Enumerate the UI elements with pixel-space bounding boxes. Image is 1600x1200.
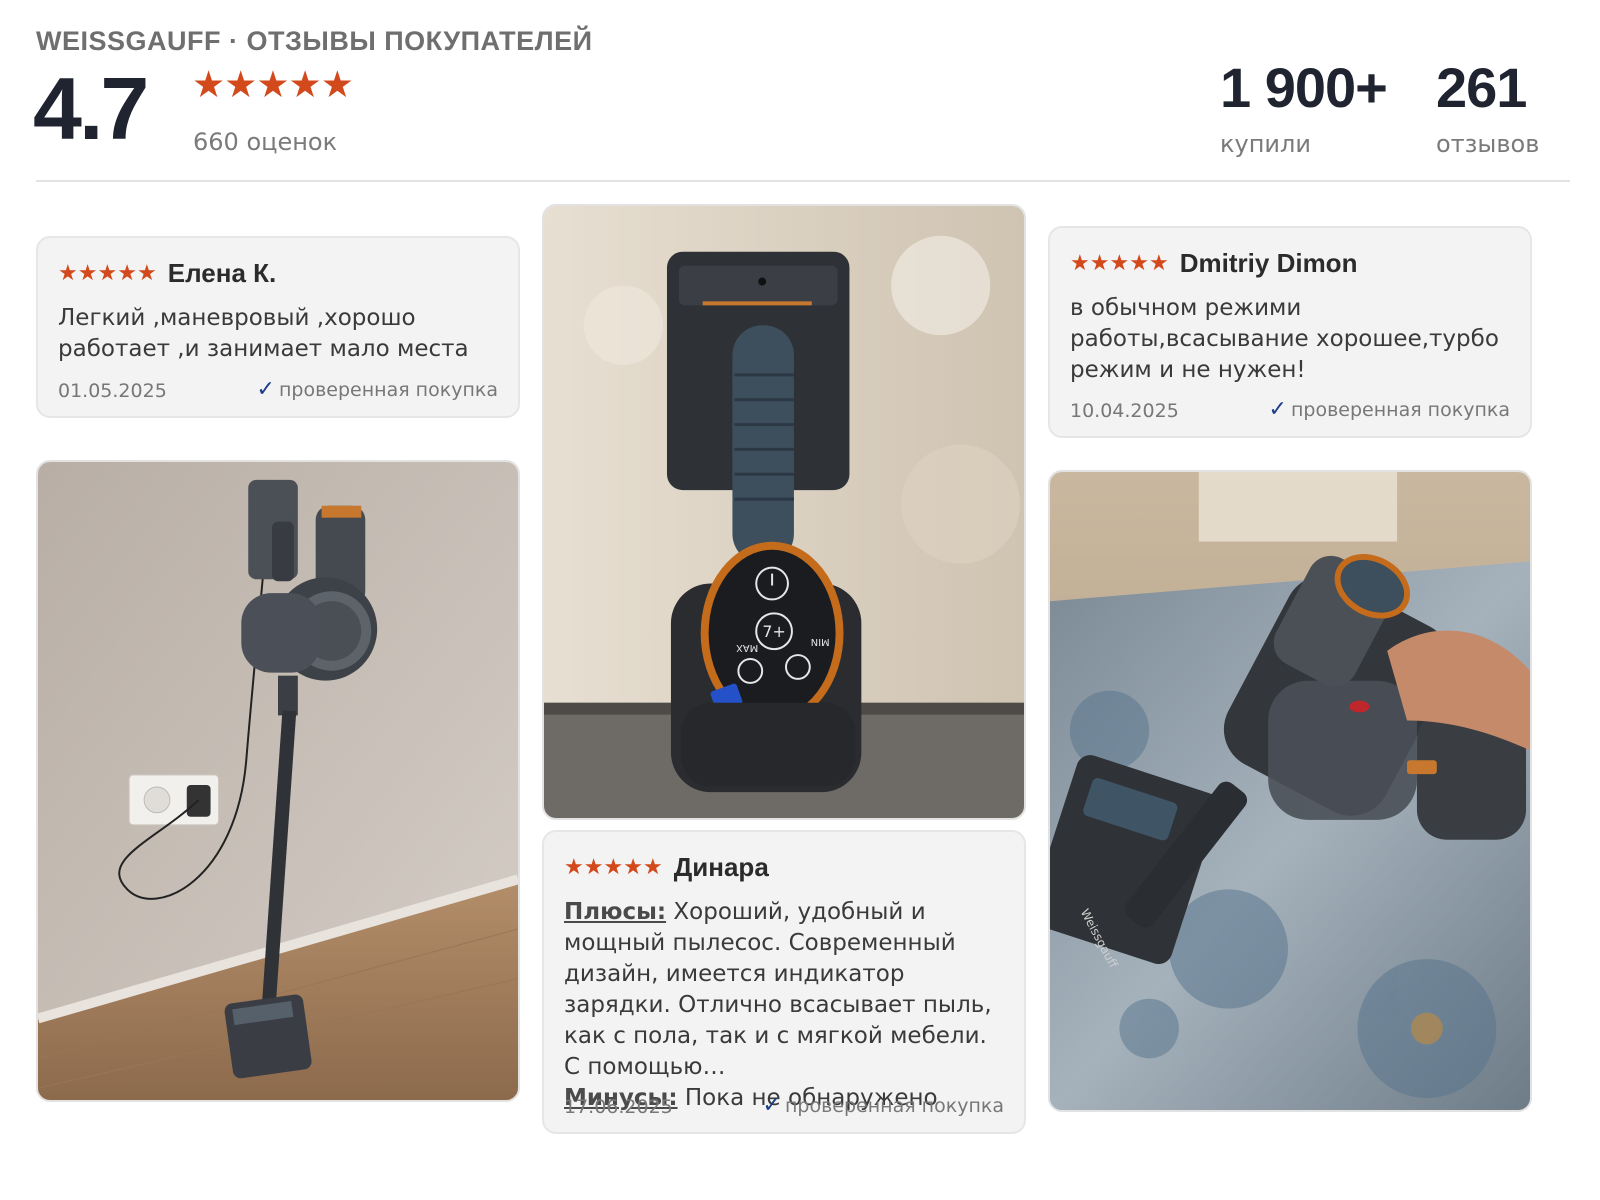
review-stars: ★★★★★ (1070, 251, 1169, 276)
vacuum-wall-image (38, 462, 518, 1100)
review-photo-vacuum-wall[interactable] (36, 460, 520, 1102)
review-date: 17.06.2025 (564, 1096, 673, 1118)
review-date: 01.05.2025 (58, 380, 167, 402)
star-icon: ★ (117, 260, 137, 286)
star-icon: ★ (1070, 250, 1090, 276)
verified-purchase: ✓ проверенная покупка (256, 377, 498, 402)
review-text: Плюсы: Хороший, удобный и мощный пылесос… (564, 897, 1004, 1114)
star-icon: ★ (58, 260, 78, 286)
bought-value: 1 900+ (1220, 56, 1388, 119)
check-icon: ✓ (256, 377, 275, 402)
star-icon: ★ (1129, 250, 1149, 276)
star-icon: ★ (583, 854, 604, 880)
star-icon: ★ (256, 63, 289, 106)
review-author: Динара (673, 852, 769, 882)
svg-text:7+: 7+ (762, 622, 785, 641)
star-icon: ★ (1109, 250, 1130, 276)
rating-stars: ★★★★★ (192, 63, 354, 106)
review-author: Dmitriy Dimon (1179, 248, 1358, 278)
review-card[interactable]: ★★★★★ Dmitriy Dimon в обычном режими раб… (1048, 226, 1532, 438)
review-text: в обычном режими работы,всасывание хорош… (1070, 295, 1499, 383)
svg-text:MIN: MIN (811, 636, 830, 647)
review-date: 10.04.2025 (1070, 400, 1179, 422)
star-icon: ★ (1148, 250, 1169, 276)
review-stars: ★★★★★ (564, 855, 663, 880)
star-icon: ★ (136, 260, 157, 286)
star-icon: ★ (288, 63, 322, 106)
star-icon: ★ (642, 854, 663, 880)
average-rating: 4.7 (33, 59, 149, 158)
svg-text:MAX: MAX (736, 642, 758, 653)
star-icon: ★ (77, 260, 98, 286)
stat-bought: 1 900+ купили (1220, 56, 1388, 159)
reviews-header: WEISSGAUFF · ОТЗЫВЫ ПОКУПАТЕЛЕЙ 4.7 ★★★★… (33, 22, 1570, 182)
star-icon: ★ (564, 854, 584, 880)
star-icon: ★ (320, 63, 354, 106)
review-author: Елена К. (167, 258, 277, 288)
review-photo-vacuum-carpet[interactable]: Weissgauff (1048, 470, 1532, 1112)
review-card[interactable]: ★★★★★ Динара Плюсы: Хороший, удобный и м… (542, 830, 1026, 1134)
reviews-label: отзывов (1436, 130, 1540, 158)
check-icon: ✓ (762, 1093, 781, 1118)
bought-label: купили (1220, 130, 1311, 158)
review-stars: ★★★★★ (58, 261, 157, 286)
check-icon: ✓ (1268, 397, 1287, 422)
reviews-value: 261 (1436, 56, 1527, 119)
verified-purchase: ✓ проверенная покупка (762, 1093, 1004, 1118)
review-card[interactable]: ★★★★★ Елена К. Легкий ,маневровый ,хорош… (36, 236, 520, 418)
star-icon: ★ (603, 854, 624, 880)
star-icon: ★ (224, 63, 257, 106)
stat-reviews: 261 отзывов (1436, 56, 1540, 159)
star-icon: ★ (192, 63, 225, 106)
control-panel-image: 7+ MAX MIN (544, 206, 1024, 818)
star-icon: ★ (97, 260, 118, 286)
pros-label: Плюсы: (564, 899, 667, 925)
star-icon: ★ (1089, 250, 1110, 276)
star-icon: ★ (623, 854, 643, 880)
review-text: Легкий ,маневровый ,хорошо работает ,и з… (58, 305, 469, 362)
pros-text: Хороший, удобный и мощный пылесос. Совре… (564, 899, 992, 1080)
vacuum-carpet-image: Weissgauff (1050, 472, 1530, 1110)
ratings-count: 660 оценок (193, 128, 338, 156)
brand-title: WEISSGAUFF · ОТЗЫВЫ ПОКУПАТЕЛЕЙ (36, 26, 593, 56)
verified-purchase: ✓ проверенная покупка (1268, 397, 1510, 422)
review-photo-control-panel[interactable]: 7+ MAX MIN (542, 204, 1026, 820)
